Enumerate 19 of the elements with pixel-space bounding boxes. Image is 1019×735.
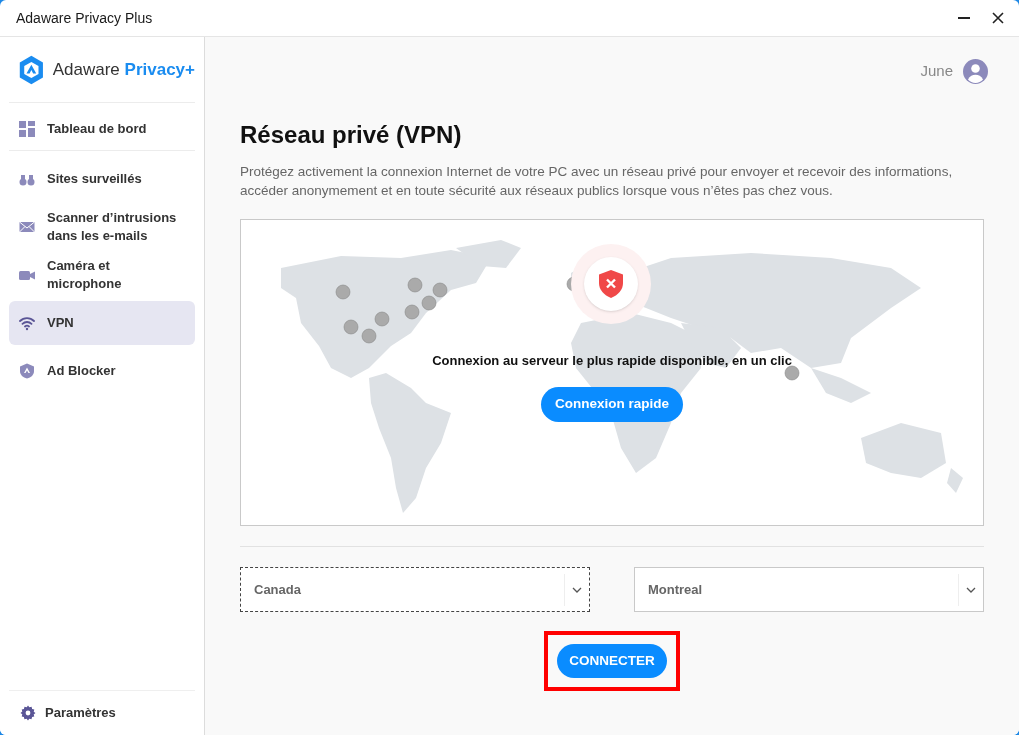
close-icon	[992, 12, 1004, 24]
chevron-down-icon	[572, 586, 582, 593]
brand-name: Adaware Privacy+	[52, 58, 195, 81]
settings-icon	[20, 705, 36, 721]
envelope-icon	[19, 219, 35, 235]
wifi-icon	[19, 315, 35, 331]
shield-icon	[19, 363, 35, 379]
chevron-down-icon	[966, 586, 976, 593]
window-title: Adaware Privacy Plus	[16, 8, 153, 28]
page-title: Réseau privé (VPN)	[240, 120, 463, 150]
user-avatar-icon[interactable]	[963, 58, 988, 84]
sidebar-item[interactable]: VPN	[9, 301, 195, 345]
dropdown[interactable]: Canada	[240, 567, 590, 612]
minimize-icon	[958, 17, 970, 19]
dropdown[interactable]: Montreal	[634, 567, 984, 612]
dashboard-icon	[19, 120, 35, 137]
page-description: Protégez activement la connexion Internet de votre PC avec un réseau privé pour envoyer et recevoir des informations, accéder anonymement et en toute sécurité aux réseaux publics lorsque vous n’êtes pas chez vous.	[240, 163, 954, 200]
map-caption: Connexion au serveur le plus rapide disponible, en un clic	[432, 352, 792, 370]
settings-link[interactable]: Paramètres	[45, 703, 116, 723]
